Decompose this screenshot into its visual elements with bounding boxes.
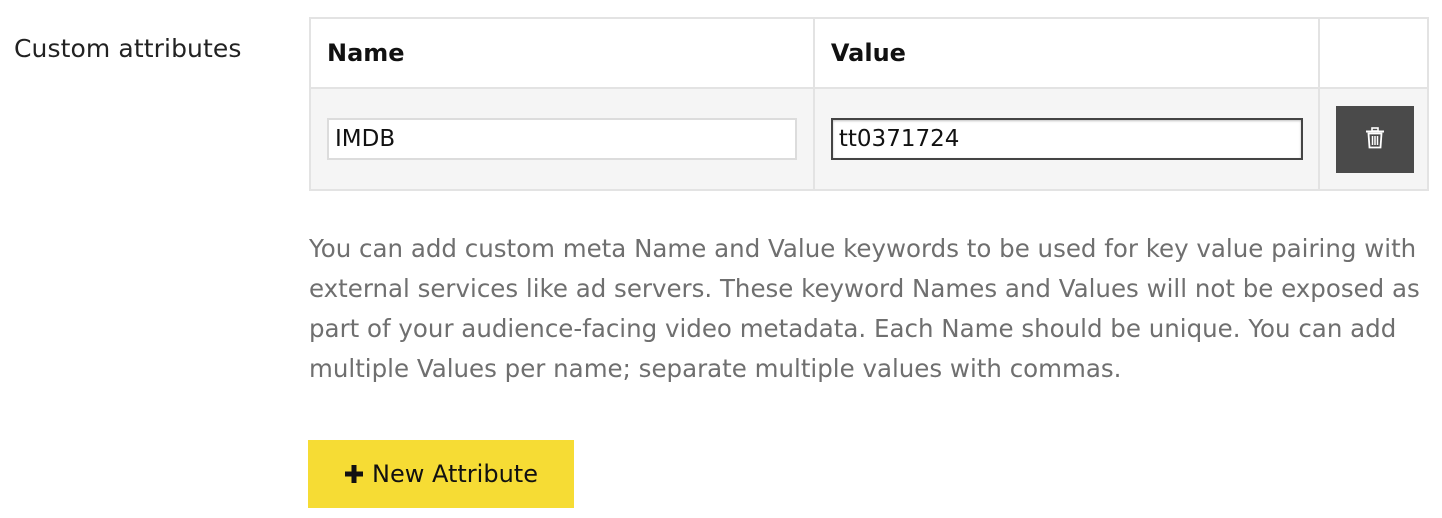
- custom-attributes-table: Name Value: [309, 17, 1430, 191]
- column-header-value: Value: [812, 17, 1320, 89]
- value-cell: [812, 87, 1320, 191]
- section-label: Custom attributes: [14, 34, 242, 63]
- action-cell: [1317, 87, 1430, 191]
- new-attribute-label: New Attribute: [372, 460, 538, 488]
- delete-attribute-button[interactable]: [1335, 105, 1414, 173]
- new-attribute-button[interactable]: New Attribute: [308, 440, 574, 508]
- trash-icon: [1365, 126, 1385, 152]
- column-header-name: Name: [309, 17, 815, 89]
- table-row: [309, 87, 1430, 191]
- name-cell: [309, 87, 815, 191]
- table-header-row: Name Value: [309, 17, 1430, 89]
- column-header-actions: [1317, 17, 1430, 89]
- attribute-name-input[interactable]: [327, 118, 797, 160]
- plus-icon: [344, 464, 364, 484]
- help-text: You can add custom meta Name and Value k…: [309, 234, 1420, 383]
- attribute-value-input[interactable]: [830, 118, 1303, 160]
